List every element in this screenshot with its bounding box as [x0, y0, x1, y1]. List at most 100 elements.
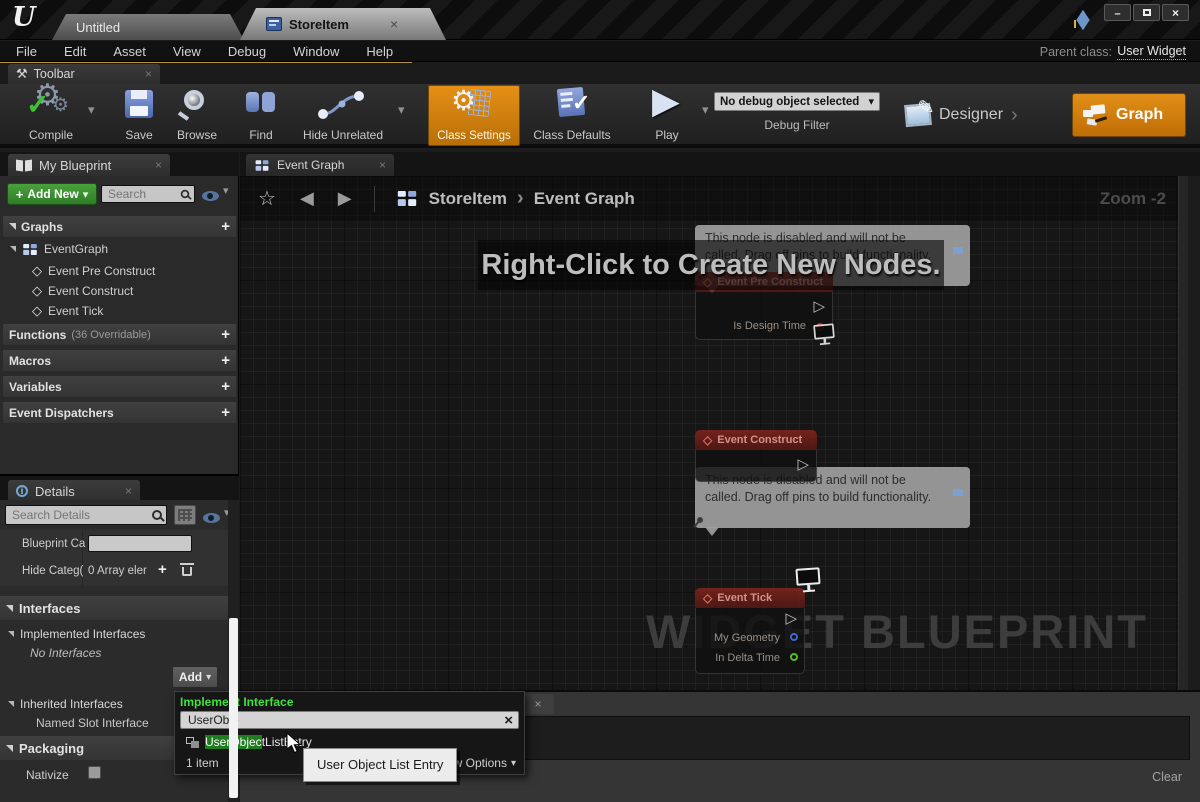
hint-text: Right-Click to Create New Nodes. — [481, 249, 940, 282]
details-scrollbar-thumb[interactable] — [229, 618, 238, 798]
event-tick-node[interactable]: ◇ Event Tick ▷ My Geometry In Delta Time — [695, 588, 805, 674]
functions-section-header[interactable]: Functions (36 Overridable) + — [3, 324, 236, 345]
add-function-button[interactable]: + — [221, 326, 230, 343]
details-search-input[interactable] — [10, 507, 152, 523]
bottom-tab-close-icon[interactable]: × — [534, 697, 541, 711]
event-pre-construct-row[interactable]: ◇ Event Pre Construct — [32, 263, 155, 279]
parent-class-link[interactable]: User Widget — [1117, 44, 1186, 60]
bubble-icon[interactable] — [953, 247, 963, 254]
eventgraph-row[interactable]: EventGraph — [10, 242, 108, 256]
designer-button[interactable]: ✎ Designer › — [905, 94, 1053, 136]
save-button[interactable]: Save — [112, 86, 166, 144]
menu-debug[interactable]: Debug — [228, 44, 266, 59]
add-dispatcher-button[interactable]: + — [221, 404, 230, 421]
title-bar: U Untitled StoreItem × – × — [0, 0, 1200, 40]
clear-search-icon[interactable]: × — [504, 712, 513, 729]
maximize-button[interactable] — [1133, 4, 1160, 21]
class-settings-button[interactable]: ⚙ Class Settings — [428, 85, 520, 146]
add-array-element-button[interactable]: + — [158, 561, 167, 578]
exec-pin[interactable]: ▷ — [813, 300, 825, 314]
hide-unrelated-button[interactable]: Hide Unrelated — [290, 86, 396, 144]
exec-pin[interactable]: ▷ — [785, 612, 797, 626]
find-button[interactable]: Find — [238, 86, 284, 144]
nav-forward-icon[interactable]: ▶ — [338, 188, 352, 209]
tutorial-cap-icon[interactable] — [1076, 12, 1091, 27]
compile-button[interactable]: ⚙ ⚙ ✓ Compile — [12, 86, 90, 144]
blueprint-category-input[interactable] — [88, 535, 192, 552]
favorite-star-icon[interactable]: ☆ — [258, 186, 276, 211]
implemented-interfaces-row[interactable]: Implemented Interfaces — [8, 627, 145, 641]
graph-button[interactable]: Graph — [1072, 93, 1186, 137]
breadcrumb-current[interactable]: Event Graph — [534, 189, 635, 209]
macros-section-header[interactable]: Macros + — [3, 350, 236, 371]
menu-view[interactable]: View — [173, 44, 201, 59]
nav-back-icon[interactable]: ◀ — [300, 188, 314, 209]
tab-untitled[interactable]: Untitled — [52, 14, 244, 40]
details-search[interactable] — [5, 505, 167, 525]
exec-pin[interactable]: ▷ — [797, 458, 809, 472]
my-blueprint-search-input[interactable] — [106, 186, 180, 202]
menu-file[interactable]: File — [16, 44, 37, 59]
mouse-cursor — [286, 732, 302, 754]
variables-section-header[interactable]: Variables + — [3, 376, 236, 397]
event-graph-tab[interactable]: Event Graph × — [246, 154, 394, 176]
bottom-panel-tab[interactable]: × — [522, 694, 554, 714]
event-dispatchers-section-header[interactable]: Event Dispatchers + — [3, 402, 236, 423]
menu-edit[interactable]: Edit — [64, 44, 86, 59]
event-construct-row[interactable]: ◇ Event Construct — [32, 283, 133, 299]
toolbar-tab-close-icon[interactable]: × — [145, 67, 152, 81]
visibility-eye-icon[interactable] — [202, 191, 219, 201]
my-blueprint-close-icon[interactable]: × — [155, 158, 162, 172]
add-interface-button[interactable]: Add ▾ — [172, 666, 218, 688]
graph-scrollbar-track[interactable] — [1178, 176, 1188, 690]
event-icon: ◇ — [703, 591, 712, 605]
toolbar-tab[interactable]: ⚒ Toolbar × — [8, 64, 160, 84]
add-macro-button[interactable]: + — [221, 352, 230, 369]
float-pin[interactable] — [790, 653, 798, 661]
add-graph-button[interactable]: + — [221, 218, 230, 235]
add-new-button[interactable]: + Add New ▾ — [7, 183, 97, 205]
event-tick-row[interactable]: ◇ Event Tick — [32, 303, 103, 319]
graph-canvas[interactable]: WIDGET BLUEPRINT ☆ ◀ ▶ StoreItem › Event… — [240, 176, 1188, 690]
play-button[interactable]: ▶ Play — [638, 86, 696, 144]
details-tabstrip: i Details × — [0, 474, 239, 500]
struct-pin[interactable] — [790, 633, 798, 641]
my-blueprint-search[interactable] — [101, 185, 195, 203]
grid-view-button[interactable] — [174, 505, 196, 525]
class-defaults-button[interactable]: ✓ Class Defaults — [526, 86, 618, 144]
graphs-section-header[interactable]: Graphs + — [3, 216, 236, 237]
breadcrumb-root[interactable]: StoreItem — [429, 189, 507, 209]
details-tab[interactable]: i Details × — [8, 480, 140, 502]
play-dropdown-icon[interactable]: ▾ — [702, 102, 709, 118]
add-interface-label: Add — [179, 670, 202, 684]
interfaces-section-header[interactable]: Interfaces — [0, 596, 228, 620]
browse-button[interactable]: Browse — [168, 86, 226, 144]
menu-help[interactable]: Help — [366, 44, 393, 59]
tab-close-icon[interactable]: × — [390, 16, 398, 32]
menu-asset[interactable]: Asset — [113, 44, 146, 59]
add-variable-button[interactable]: + — [221, 378, 230, 395]
visibility-caret-icon[interactable]: ▾ — [223, 184, 229, 197]
hide-unrelated-dropdown-icon[interactable]: ▾ — [398, 102, 405, 118]
details-eye-icon[interactable] — [203, 513, 220, 523]
minimize-button[interactable]: – — [1104, 4, 1131, 21]
trash-icon[interactable] — [182, 567, 192, 576]
bubble-icon[interactable] — [953, 489, 963, 496]
close-button[interactable]: × — [1162, 4, 1189, 21]
pin-icon[interactable] — [696, 516, 704, 524]
debug-object-dropdown[interactable]: No debug object selected ▾ — [714, 92, 880, 111]
event-graph-close-icon[interactable]: × — [379, 158, 386, 172]
clear-button[interactable]: Clear — [1152, 770, 1182, 784]
details-close-icon[interactable]: × — [125, 484, 132, 498]
my-blueprint-tabstrip: My Blueprint × — [0, 152, 239, 176]
my-blueprint-tab[interactable]: My Blueprint × — [8, 154, 170, 176]
find-binoculars-icon — [246, 92, 259, 112]
inherited-interfaces-row[interactable]: Inherited Interfaces — [8, 697, 123, 711]
tab-storeitem[interactable]: StoreItem × — [240, 8, 446, 40]
nativize-checkbox[interactable] — [88, 766, 101, 779]
breadcrumb-divider — [374, 186, 375, 212]
class-settings-gear-icon: ⚙ — [451, 84, 476, 117]
event-construct-node[interactable]: ◇ Event Construct ▷ — [695, 430, 817, 482]
menu-window[interactable]: Window — [293, 44, 339, 59]
compile-dropdown-icon[interactable]: ▾ — [88, 102, 95, 118]
